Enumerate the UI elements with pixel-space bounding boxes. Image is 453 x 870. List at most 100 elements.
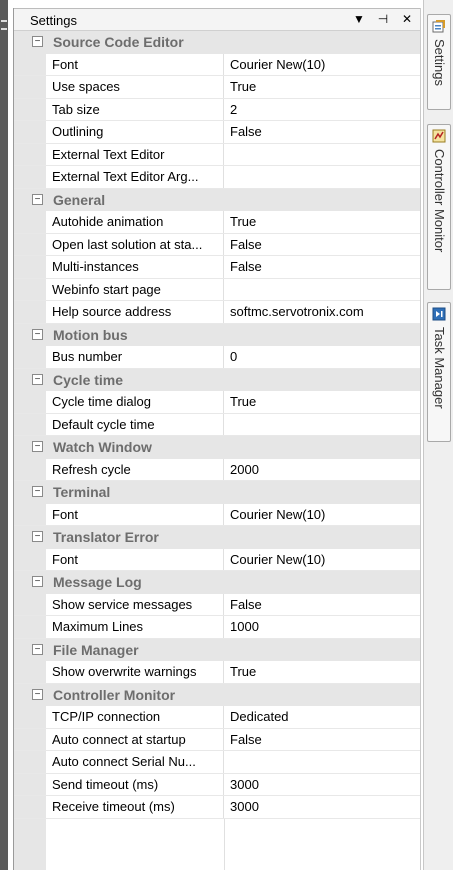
- category-general[interactable]: − General: [14, 188, 420, 211]
- dock-tab-label: Task Manager: [432, 327, 447, 409]
- category-translator-error[interactable]: − Translator Error: [14, 526, 420, 549]
- property-value[interactable]: [224, 166, 420, 188]
- property-name: External Text Editor: [46, 143, 224, 165]
- collapse-toggle-icon[interactable]: −: [32, 486, 43, 497]
- property-name: Font: [46, 503, 224, 525]
- property-value[interactable]: False: [224, 256, 420, 278]
- property-row[interactable]: Font Courier New(10): [14, 503, 420, 526]
- property-row[interactable]: Tab size 2: [14, 98, 420, 121]
- property-value[interactable]: 3000: [224, 774, 420, 796]
- property-value[interactable]: Courier New(10): [224, 54, 420, 76]
- property-value[interactable]: True: [224, 391, 420, 413]
- category-label: Watch Window: [53, 439, 152, 455]
- property-row[interactable]: Help source address softmc.servotronix.co…: [14, 301, 420, 324]
- collapse-toggle-icon[interactable]: −: [32, 531, 43, 542]
- property-value[interactable]: True: [224, 211, 420, 233]
- category-message-log[interactable]: − Message Log: [14, 571, 420, 594]
- property-value[interactable]: False: [224, 729, 420, 751]
- property-row[interactable]: Refresh cycle 2000: [14, 458, 420, 481]
- property-name: Use spaces: [46, 76, 224, 98]
- property-value[interactable]: [224, 279, 420, 301]
- collapse-toggle-icon[interactable]: −: [32, 643, 43, 655]
- category-label: Motion bus: [53, 326, 128, 343]
- property-row[interactable]: Cycle time dialog True: [14, 391, 420, 414]
- category-source-code-editor[interactable]: − Source Code Editor: [14, 31, 420, 54]
- property-value[interactable]: [224, 144, 420, 166]
- property-row[interactable]: TCP/IP connection Dedicated: [14, 706, 420, 729]
- property-row[interactable]: Default cycle time: [14, 413, 420, 436]
- property-row[interactable]: Auto connect at startup False: [14, 728, 420, 751]
- property-row[interactable]: Open last solution at sta... False: [14, 233, 420, 256]
- property-row[interactable]: Outlining False: [14, 121, 420, 144]
- property-value[interactable]: True: [224, 661, 420, 683]
- dock-tab-controller-monitor[interactable]: Controller Monitor: [427, 124, 451, 290]
- category-label: Terminal: [53, 484, 111, 500]
- property-row[interactable]: Webinfo start page: [14, 278, 420, 301]
- collapse-toggle-icon[interactable]: −: [32, 328, 43, 340]
- category-label: Translator Error: [53, 529, 159, 545]
- category-terminal[interactable]: − Terminal: [14, 481, 420, 504]
- property-value[interactable]: False: [224, 594, 420, 616]
- collapse-toggle-icon[interactable]: −: [32, 36, 43, 47]
- property-value[interactable]: [224, 751, 420, 773]
- settings-icon: [432, 20, 445, 33]
- property-row[interactable]: Auto connect Serial Nu...: [14, 751, 420, 774]
- settings-title-bar: Settings ▼ ⊣ ✕: [14, 8, 420, 31]
- property-name: Outlining: [46, 121, 224, 143]
- category-label: File Manager: [53, 641, 139, 658]
- category-watch-window[interactable]: − Watch Window: [14, 436, 420, 459]
- dock-tab-settings[interactable]: Settings: [427, 14, 451, 110]
- property-row[interactable]: Font Courier New(10): [14, 548, 420, 571]
- property-name: TCP/IP connection: [46, 706, 224, 728]
- panel-title: Settings: [30, 13, 77, 28]
- property-value[interactable]: False: [224, 234, 420, 256]
- collapse-toggle-icon[interactable]: −: [32, 576, 43, 587]
- property-row[interactable]: Bus number 0: [14, 346, 420, 369]
- property-row[interactable]: Receive timeout (ms) 3000: [14, 796, 420, 819]
- category-cycle-time[interactable]: − Cycle time: [14, 368, 420, 391]
- property-value[interactable]: 2: [224, 99, 420, 121]
- property-value[interactable]: Dedicated: [224, 706, 420, 728]
- property-name: Tab size: [46, 98, 224, 120]
- category-file-manager[interactable]: − File Manager: [14, 638, 420, 661]
- property-row[interactable]: Font Courier New(10): [14, 53, 420, 76]
- collapse-toggle-icon[interactable]: −: [32, 441, 43, 452]
- property-name: Font: [46, 53, 224, 75]
- property-value[interactable]: Courier New(10): [224, 504, 420, 526]
- dock-tab-task-manager[interactable]: Task Manager: [427, 302, 451, 442]
- property-row[interactable]: Autohide animation True: [14, 211, 420, 234]
- dropdown-icon[interactable]: ▼: [352, 11, 366, 28]
- property-name: Default cycle time: [46, 413, 224, 435]
- pin-icon[interactable]: ⊣: [376, 11, 390, 28]
- property-row[interactable]: Use spaces True: [14, 76, 420, 99]
- category-label: Source Code Editor: [53, 34, 184, 50]
- property-name: Help source address: [46, 301, 224, 323]
- property-row[interactable]: Multi-instances False: [14, 256, 420, 279]
- collapse-toggle-icon[interactable]: −: [32, 193, 43, 205]
- property-value[interactable]: 1000: [224, 616, 420, 638]
- close-icon[interactable]: ✕: [400, 11, 414, 28]
- category-controller-monitor[interactable]: − Controller Monitor: [14, 683, 420, 706]
- property-value[interactable]: True: [224, 76, 420, 98]
- property-value[interactable]: 2000: [224, 459, 420, 481]
- property-value[interactable]: [224, 414, 420, 436]
- property-row[interactable]: Send timeout (ms) 3000: [14, 773, 420, 796]
- property-value[interactable]: Courier New(10): [224, 549, 420, 571]
- category-motion-bus[interactable]: − Motion bus: [14, 323, 420, 346]
- property-value[interactable]: 0: [224, 346, 420, 368]
- property-row[interactable]: Show service messages False: [14, 593, 420, 616]
- property-row[interactable]: External Text Editor: [14, 143, 420, 166]
- property-row[interactable]: External Text Editor Arg...: [14, 166, 420, 189]
- property-name: Show overwrite warnings: [46, 661, 224, 683]
- property-value[interactable]: False: [224, 121, 420, 143]
- controller-monitor-icon: [432, 129, 446, 143]
- property-value[interactable]: 3000: [224, 796, 420, 818]
- property-name: Show service messages: [46, 593, 224, 615]
- property-row[interactable]: Show overwrite warnings True: [14, 661, 420, 684]
- category-label: Message Log: [53, 574, 142, 590]
- category-label: Controller Monitor: [53, 686, 176, 703]
- property-value[interactable]: softmc.servotronix.com: [224, 301, 420, 323]
- property-row[interactable]: Maximum Lines 1000: [14, 616, 420, 639]
- collapse-toggle-icon[interactable]: −: [32, 688, 43, 700]
- collapse-toggle-icon[interactable]: −: [32, 373, 43, 385]
